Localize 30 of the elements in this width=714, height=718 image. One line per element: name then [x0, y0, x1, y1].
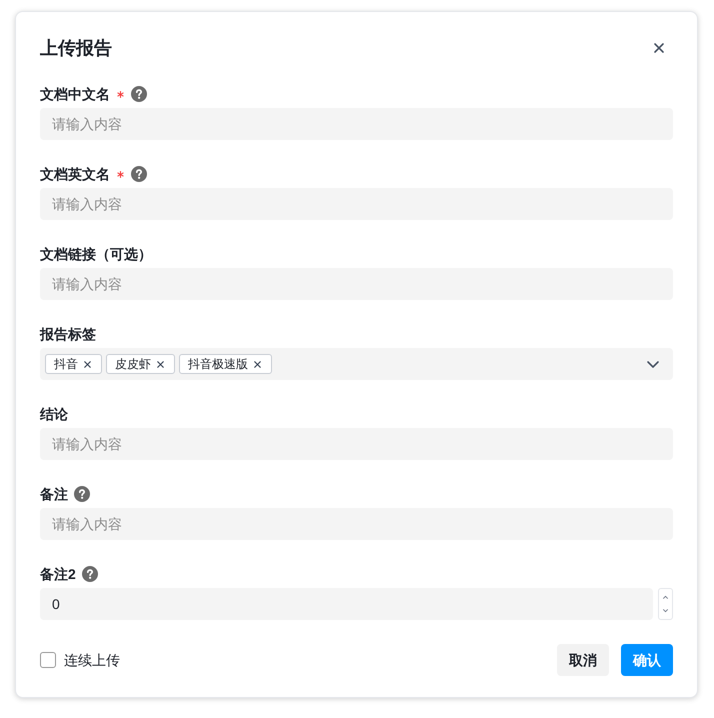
cancel-button[interactable]: 取消 [557, 644, 609, 676]
field-label: 文档英文名 [40, 165, 110, 184]
text-input-field[interactable]: 请输入内容 [40, 268, 673, 300]
remove-icon[interactable] [155, 358, 166, 370]
field-label: 文档链接（可选） [40, 245, 152, 264]
remove-icon[interactable] [82, 358, 93, 370]
dialog-title: 上传报告 [40, 37, 112, 60]
field-label: 备注2 [40, 565, 76, 584]
checkbox-label: 连续上传 [64, 651, 120, 670]
remove-icon[interactable] [252, 358, 263, 370]
text-input-field[interactable]: 请输入内容 [40, 508, 673, 540]
help-icon[interactable] [74, 486, 90, 502]
number-input-field[interactable]: 0 [40, 588, 653, 620]
text-input-field[interactable]: 请输入内容 [40, 108, 673, 140]
text-input-field[interactable]: 请输入内容 [40, 428, 673, 460]
help-icon[interactable] [131, 86, 147, 102]
checkbox[interactable] [40, 652, 56, 668]
help-icon[interactable] [131, 166, 147, 182]
tag-text: 抖音 [54, 356, 78, 372]
field-label: 文档中文名 [40, 85, 110, 104]
help-icon[interactable] [82, 566, 98, 582]
tag-text: 皮皮虾 [115, 356, 151, 372]
text-input-field[interactable]: 请输入内容 [40, 188, 673, 220]
field-label: 报告标签 [40, 325, 96, 344]
required-asterisk-icon [116, 170, 125, 178]
tag-text: 抖音极速版 [188, 356, 248, 372]
required-asterisk-icon [116, 90, 125, 98]
tag-select-field[interactable]: 抖音 皮皮虾 抖音极速版 [40, 348, 673, 380]
field-label: 结论 [40, 405, 68, 424]
field-label: 备注 [40, 485, 68, 504]
